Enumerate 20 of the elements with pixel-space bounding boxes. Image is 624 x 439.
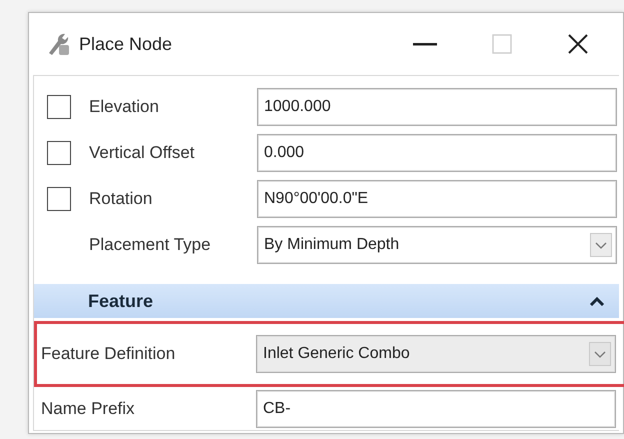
minimize-icon[interactable]: [413, 42, 437, 46]
field-label: Name Prefix: [40, 399, 136, 419]
window-title: Place Node: [79, 34, 172, 54]
field-label: Vertical Offset: [89, 143, 196, 163]
dropdown-field[interactable]: Inlet Generic Combo: [256, 335, 616, 373]
input-field[interactable]: N90°00'00.0"E: [257, 180, 617, 218]
field-label: Elevation: [89, 97, 160, 117]
input-field[interactable]: 0.000: [257, 134, 617, 172]
input-field[interactable]: CB-: [256, 390, 616, 428]
dropdown-field[interactable]: By Minimum Depth: [257, 226, 617, 264]
field-label: Rotation: [89, 189, 154, 209]
field-label: Placement Type: [89, 235, 212, 255]
field-label: Feature Definition: [40, 344, 176, 364]
close-icon[interactable]: [567, 33, 589, 55]
section-header[interactable]: Feature: [34, 284, 619, 318]
checkbox[interactable]: [47, 141, 71, 165]
chevron-icon[interactable]: [589, 296, 605, 306]
checkbox[interactable]: [47, 95, 71, 119]
checkbox[interactable]: [47, 187, 71, 211]
input-field[interactable]: 1000.000: [257, 88, 617, 126]
